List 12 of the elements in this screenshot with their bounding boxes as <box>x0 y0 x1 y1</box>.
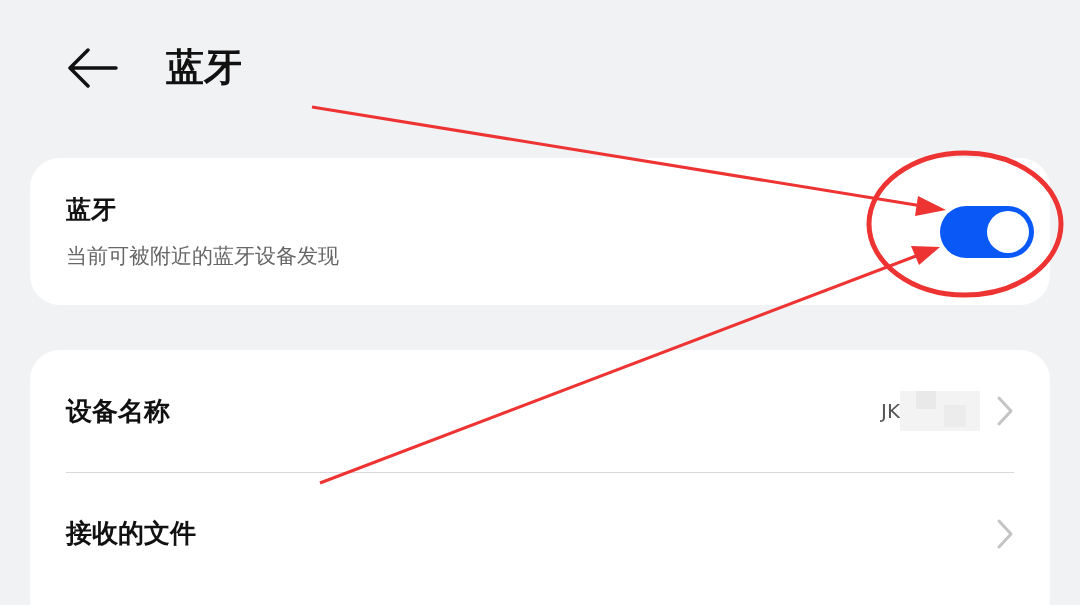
settings-row[interactable]: 接收的文件 <box>66 472 1014 594</box>
chevron-right-icon <box>996 517 1014 550</box>
chevron-right-icon <box>996 395 1014 427</box>
bluetooth-toggle[interactable] <box>940 205 1034 258</box>
back-icon[interactable] <box>66 47 118 88</box>
bluetooth-label: 蓝牙 <box>66 194 117 226</box>
settings-row[interactable]: 设备名称 JK <box>66 350 1014 472</box>
page-title: 蓝牙 <box>166 44 242 91</box>
row-label: 设备名称 <box>66 394 170 428</box>
row-value: JK <box>881 398 900 425</box>
row-label: 接收的文件 <box>66 517 196 550</box>
bluetooth-description: 当前可被附近的蓝牙设备发现 <box>66 242 339 270</box>
